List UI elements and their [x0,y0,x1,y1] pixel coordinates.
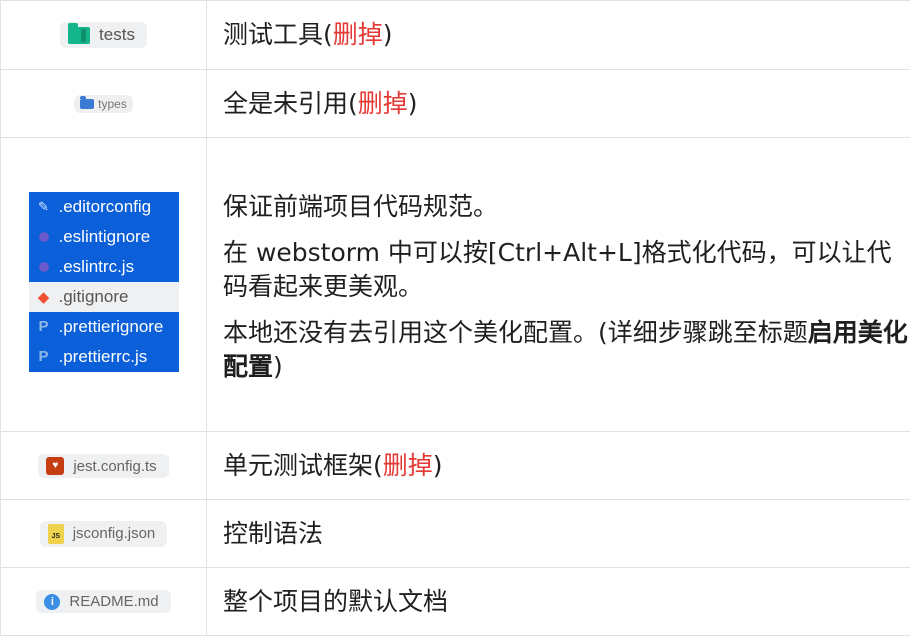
file-chip-tests: tests [60,22,147,48]
file-name: .prettierignore [59,317,164,337]
file-item: .eslintrc.js [29,252,179,282]
file-item: ✎ .editorconfig [29,192,179,222]
git-icon: ◆ [37,288,51,306]
file-description-table: tests 测试工具(删掉) types 全是未引用(删掉) ✎ .editor… [0,0,910,636]
js-file-icon: JS [48,524,64,544]
table-row: ♥ jest.config.ts 单元测试框架(删掉) [1,432,910,500]
file-name: .editorconfig [59,197,152,217]
file-cell: tests [1,1,207,70]
file-item: .eslintignore [29,222,179,252]
description-text: 整个项目的默认文档 [223,587,448,616]
file-name: .prettierrc.js [59,347,148,367]
description-text: 全是未引用( [223,89,358,118]
file-cell: ♥ jest.config.ts [1,432,207,500]
file-cell: ✎ .editorconfig .eslintignore .eslintrc.… [1,138,207,432]
closing-paren: ) [383,20,393,49]
folder-icon [68,27,90,44]
file-item: P .prettierrc.js [29,342,179,372]
editorconfig-icon: ✎ [37,199,51,215]
prettier-icon: P [37,348,51,365]
table-row: i README.md 整个项目的默认文档 [1,568,910,636]
closing-paren: ) [273,352,283,381]
description-cell: 全是未引用(删掉) [207,70,910,138]
file-name: README.md [69,593,158,610]
description-cell: 控制语法 [207,500,910,568]
description-paragraph: 本地还没有去引用这个美化配置。(详细步骤跳至标题启用美化配置) [223,316,910,384]
file-name: jest.config.ts [73,458,156,475]
file-cell: i README.md [1,568,207,636]
file-name: jsconfig.json [73,525,156,542]
table-row: tests 测试工具(删掉) [1,1,910,70]
table-row: ✎ .editorconfig .eslintignore .eslintrc.… [1,138,910,432]
description-cell: 测试工具(删掉) [207,1,910,70]
description-cell: 保证前端项目代码规范。 在 webstorm 中可以按[Ctrl+Alt+L]格… [207,138,910,432]
file-list: ✎ .editorconfig .eslintignore .eslintrc.… [29,192,179,372]
delete-label: 删掉 [358,89,408,118]
description-text: 测试工具( [223,20,333,49]
file-item: P .prettierignore [29,312,179,342]
table-row: JS jsconfig.json 控制语法 [1,500,910,568]
file-name: .eslintignore [59,227,151,247]
closing-paren: ) [408,89,418,118]
eslint-icon [39,232,49,242]
jest-icon: ♥ [46,457,64,475]
description-paragraph: 保证前端项目代码规范。 [223,190,910,224]
file-chip-readme: i README.md [36,590,170,613]
description-paragraph: 在 webstorm 中可以按[Ctrl+Alt+L]格式化代码，可以让代码看起… [223,236,910,304]
file-name: .eslintrc.js [59,257,135,277]
prettier-icon: P [37,318,51,335]
delete-label: 删掉 [383,451,433,480]
description-text: 单元测试框架( [223,451,383,480]
file-chip-jsconfig: JS jsconfig.json [40,521,168,547]
file-chip-types: types [74,95,133,113]
file-name: tests [99,25,135,45]
file-cell: types [1,70,207,138]
info-icon: i [44,594,60,610]
description-cell: 整个项目的默认文档 [207,568,910,636]
folder-icon [80,99,94,109]
eslint-icon [39,262,49,272]
paragraph-text: 本地还没有去引用这个美化配置。(详细步骤跳至标题 [223,318,808,347]
file-cell: JS jsconfig.json [1,500,207,568]
description-cell: 单元测试框架(删掉) [207,432,910,500]
closing-paren: ) [433,451,443,480]
file-chip-jest-config: ♥ jest.config.ts [38,454,168,478]
table-row: types 全是未引用(删掉) [1,70,910,138]
delete-label: 删掉 [333,20,383,49]
file-name: types [98,97,127,111]
description-text: 控制语法 [223,519,323,548]
file-item: ◆ .gitignore [29,282,179,312]
file-name: .gitignore [59,287,129,307]
